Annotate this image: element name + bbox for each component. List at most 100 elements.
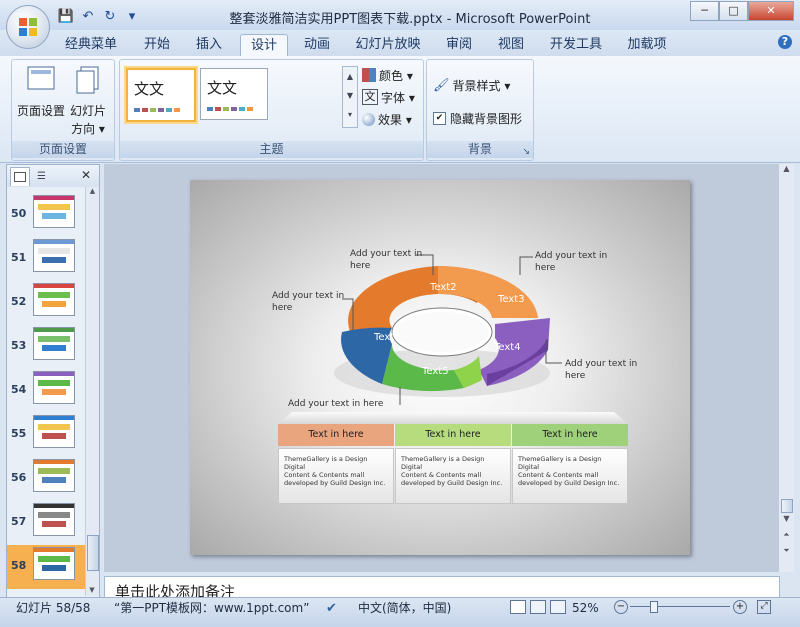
slide-thumbnail[interactable] (33, 415, 75, 448)
slide-thumbnail-row[interactable]: 53 (7, 325, 85, 369)
customize-qat-icon[interactable]: ▾ (124, 8, 140, 24)
table-header-3[interactable]: Text in here (512, 424, 628, 446)
slide-thumbnail-row[interactable]: 50 (7, 193, 85, 237)
table-body-1[interactable]: ThemeGallery is a Design Digital Content… (278, 448, 394, 504)
slide-thumbnail-row[interactable]: 57 (7, 501, 85, 545)
slide-sorter-icon[interactable] (530, 600, 546, 614)
slide-number: 52 (11, 295, 27, 308)
callout-topright[interactable]: Add your text in here (535, 250, 607, 274)
callout-top-line2: here (350, 261, 371, 271)
slides-tab[interactable] (10, 167, 30, 186)
theme-thumb-2[interactable]: 文文 (200, 68, 268, 120)
page-setup-label: 页面设置 (16, 104, 65, 118)
tab-review[interactable]: 审阅 (438, 34, 480, 56)
slide-number: 58 (11, 559, 27, 572)
body-line3: developed by Guild Design Inc. (401, 479, 503, 487)
gallery-more-icon[interactable]: ▾ (343, 105, 357, 124)
scroll-thumb[interactable] (87, 535, 99, 571)
zoom-out-icon[interactable]: − (614, 600, 628, 614)
hide-background-toggle[interactable]: ✔ 隐藏背景图形 (433, 109, 522, 127)
checkbox-checked-icon[interactable]: ✔ (433, 111, 446, 125)
save-icon[interactable]: 💾 (58, 8, 74, 24)
body-line2: Content & Contents mall (518, 471, 599, 479)
maximize-button[interactable]: □ (719, 1, 748, 21)
slide-thumbnail-row[interactable]: 51 (7, 237, 85, 281)
spell-check-icon[interactable]: ✔ (326, 600, 337, 617)
close-button[interactable]: ✕ (748, 1, 794, 21)
language-indicator[interactable]: 中文(简体，中国) (358, 600, 451, 617)
colors-button[interactable]: 颜色 ▾ (362, 66, 413, 84)
zoom-level[interactable]: 52% (572, 600, 599, 617)
minimize-button[interactable]: ─ (690, 1, 719, 21)
dialog-launcher-icon[interactable]: ↘ (522, 147, 530, 157)
slides-pane-scrollbar[interactable]: ▲ ▼ (85, 187, 99, 596)
gallery-down-icon[interactable]: ▼ (343, 86, 357, 105)
fit-to-window-icon[interactable]: ⤢ (757, 600, 771, 614)
tab-insert[interactable]: 插入 (188, 34, 230, 56)
slide-thumbnail[interactable] (33, 371, 75, 404)
gallery-up-icon[interactable]: ▲ (343, 67, 357, 86)
scroll-down-icon[interactable]: ▼ (86, 586, 98, 594)
slide-thumbnail[interactable] (33, 547, 75, 580)
fonts-button[interactable]: 文 字体 ▾ (362, 88, 415, 106)
normal-view-icon[interactable] (510, 600, 526, 614)
editor-vertical-scrollbar[interactable]: ▲ ▼ ⏶ ⏷ (778, 164, 794, 572)
tab-view[interactable]: 视图 (490, 34, 532, 56)
callout-topright-line1: Add your text in (535, 251, 608, 261)
slide-thumbnail-row[interactable]: 52 (7, 281, 85, 325)
slide-thumbnail-row[interactable]: 55 (7, 413, 85, 457)
redo-icon[interactable]: ↻ (102, 8, 118, 24)
pane-close-icon[interactable]: ✕ (81, 168, 91, 182)
tab-home[interactable]: 开始 (136, 34, 178, 56)
editor-scroll-thumb[interactable] (781, 499, 793, 513)
office-button[interactable] (6, 5, 50, 49)
theme-thumb-office[interactable]: 文文 (126, 68, 196, 122)
callout-top[interactable]: Add your text in here (350, 248, 422, 272)
scroll-down-icon[interactable]: ▼ (779, 514, 794, 523)
callout-bottom[interactable]: Add your text in here (288, 398, 383, 410)
tab-classic-menu[interactable]: 经典菜单 (58, 34, 124, 56)
next-slide-icon[interactable]: ⏷ (779, 546, 794, 555)
slide-thumbnail[interactable] (33, 503, 75, 536)
scroll-up-icon[interactable]: ▲ (779, 164, 794, 173)
help-icon[interactable]: ? (778, 35, 792, 49)
theme-thumb-text: 文文 (207, 79, 238, 97)
slide-thumbnail[interactable] (33, 239, 75, 272)
scroll-up-icon[interactable]: ▲ (86, 187, 99, 195)
zoom-slider-thumb[interactable] (650, 601, 658, 613)
slideshow-view-icon[interactable] (550, 600, 566, 614)
slide-orientation-button[interactable]: 幻灯片 方向 ▾ (66, 64, 110, 136)
callout-right[interactable]: Add your text in here (565, 358, 637, 382)
undo-icon[interactable]: ↶ (80, 8, 96, 24)
notes-pane[interactable]: 单击此处添加备注 (104, 576, 780, 598)
slide-thumbnail[interactable] (33, 195, 75, 228)
slide-thumbnail[interactable] (33, 283, 75, 316)
slide-number: 55 (11, 427, 27, 440)
callout-left[interactable]: Add your text in here (272, 290, 344, 314)
background-styles-button[interactable]: 🖌 背景样式 ▾ (433, 76, 510, 94)
slide-thumbnail-row[interactable]: 58 (7, 545, 85, 589)
table-body-3[interactable]: ThemeGallery is a Design Digital Content… (512, 448, 628, 504)
tab-design[interactable]: 设计 (240, 34, 288, 57)
background-group-label: 背景 (427, 141, 533, 158)
table-header-2[interactable]: Text in here (395, 424, 511, 446)
slide-thumbnail[interactable] (33, 327, 75, 360)
theme-gallery-scroll[interactable]: ▲ ▼ ▾ (342, 66, 358, 128)
tab-animation[interactable]: 动画 (296, 34, 338, 56)
zoom-slider[interactable] (630, 606, 730, 607)
slide-thumbnail-row[interactable]: 54 (7, 369, 85, 413)
table-body-2[interactable]: ThemeGallery is a Design Digital Content… (395, 448, 511, 504)
tab-slideshow[interactable]: 幻灯片放映 (352, 34, 424, 56)
outline-tab[interactable]: ☰ (31, 167, 57, 185)
tab-developer[interactable]: 开发工具 (544, 34, 608, 56)
callout-topright-line2: here (535, 263, 556, 273)
effects-button[interactable]: 效果 ▾ (362, 110, 412, 128)
page-setup-button[interactable]: 页面设置 (16, 64, 66, 124)
slide-thumbnail[interactable] (33, 459, 75, 492)
slide-thumbnail-row[interactable]: 56 (7, 457, 85, 501)
previous-slide-icon[interactable]: ⏶ (779, 530, 794, 539)
table-header-1[interactable]: Text in here (278, 424, 394, 446)
zoom-in-icon[interactable]: + (733, 600, 747, 614)
tab-addins[interactable]: 加载项 (620, 34, 674, 56)
current-slide[interactable]: Text1 Text2 Text3 Text4 Text5 Add your t… (190, 180, 690, 555)
